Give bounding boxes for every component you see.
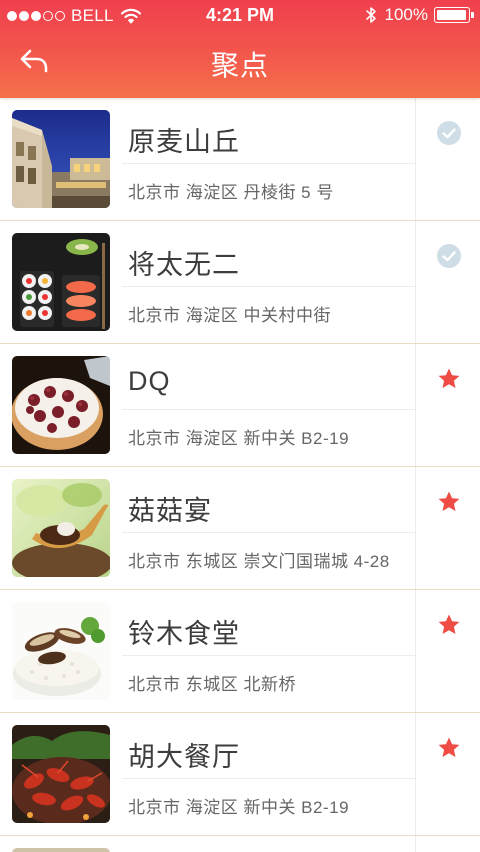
place-name: 胡大餐厅 <box>128 742 240 772</box>
place-name: 原麦山丘 <box>128 127 240 157</box>
place-name: 铃木食堂 <box>128 619 240 649</box>
battery-percent: 100% <box>384 5 428 24</box>
star-icon[interactable] <box>436 489 462 515</box>
check-circle-icon[interactable] <box>436 120 462 146</box>
place-address: 北京市 海淀区 丹棱街 5 号 <box>128 183 334 202</box>
status-divider <box>415 836 416 852</box>
battery-level <box>437 10 466 20</box>
place-name: 菇菇宴 <box>128 496 212 526</box>
status-divider <box>415 590 416 712</box>
status-divider <box>415 344 416 466</box>
place-thumbnail <box>12 356 110 454</box>
place-row[interactable]: DQ 北京市 海淀区 新中关 B2-19 <box>0 344 480 467</box>
row-divider <box>122 163 416 164</box>
place-row[interactable]: 将太无二 北京市 海淀区 中关村中街 <box>0 221 480 344</box>
star-icon[interactable] <box>436 366 462 392</box>
battery-icon <box>434 7 474 23</box>
row-divider <box>122 532 416 533</box>
place-row[interactable]: 胡大餐厅 北京市 海淀区 新中关 B2-19 <box>0 713 480 836</box>
status-divider <box>415 98 416 220</box>
status-bar: BELL 4:21 PM 100% <box>0 0 480 30</box>
place-thumbnail <box>12 479 110 577</box>
row-divider <box>122 778 416 779</box>
place-thumbnail <box>12 848 110 852</box>
place-address: 北京市 东城区 北新桥 <box>128 675 296 694</box>
star-icon[interactable] <box>436 735 462 761</box>
place-list: 原麦山丘 北京市 海淀区 丹棱街 5 号 将太无二 北京市 海淀区 中关村中街 <box>0 98 480 852</box>
status-divider <box>415 713 416 835</box>
place-name: DQ <box>128 366 171 396</box>
status-divider <box>415 467 416 589</box>
page-title: 聚点 <box>210 50 269 81</box>
nav-bar: 聚点 <box>0 30 480 98</box>
place-address: 北京市 海淀区 中关村中街 <box>128 306 331 325</box>
place-row[interactable]: 铃木食堂 北京市 东城区 北新桥 <box>0 590 480 713</box>
status-divider <box>415 221 416 343</box>
place-thumbnail <box>12 233 110 331</box>
bluetooth-icon <box>365 7 376 23</box>
row-divider <box>122 286 416 287</box>
place-address: 北京市 海淀区 新中关 B2-19 <box>128 429 350 448</box>
place-address: 北京市 海淀区 新中关 B2-19 <box>128 798 350 817</box>
check-circle-icon[interactable] <box>436 243 462 269</box>
place-row[interactable]: 原麦山丘 北京市 海淀区 丹棱街 5 号 <box>0 98 480 221</box>
place-thumbnail <box>12 725 110 823</box>
place-row[interactable]: 菇菇宴 北京市 东城区 崇文门国瑞城 4-28 <box>0 467 480 590</box>
star-icon[interactable] <box>436 612 462 638</box>
place-name: 将太无二 <box>128 250 240 280</box>
place-thumbnail <box>12 110 110 208</box>
status-bar-right: 100% <box>365 5 474 25</box>
header: BELL 4:21 PM 100% 聚点 <box>0 0 480 98</box>
row-divider <box>122 409 416 410</box>
place-thumbnail <box>12 602 110 700</box>
place-address: 北京市 东城区 崇文门国瑞城 4-28 <box>128 552 390 571</box>
place-row-partial[interactable] <box>0 836 480 852</box>
row-divider <box>122 655 416 656</box>
